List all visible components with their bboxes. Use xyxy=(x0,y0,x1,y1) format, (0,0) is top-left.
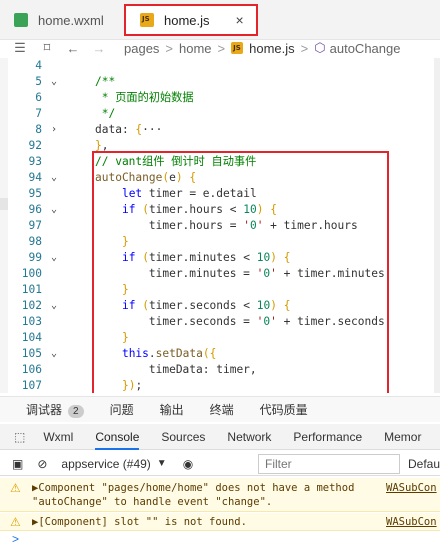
line-number: 8 xyxy=(35,123,42,136)
wxml-file-icon xyxy=(14,13,28,27)
fold-expanded-icon[interactable]: ⌄ xyxy=(48,74,60,90)
warning-icon: ⚠ xyxy=(10,481,21,495)
line-number: 94 xyxy=(28,171,42,184)
code-line[interactable]: 8 › data: {··· xyxy=(0,122,440,138)
breadcrumb-separator: > xyxy=(217,40,226,56)
method-icon: ⬡ xyxy=(314,40,326,55)
code-text: */ xyxy=(95,107,116,120)
back-arrow-icon[interactable]: ← xyxy=(66,41,80,56)
line-number: 96 xyxy=(28,203,42,216)
js-file-icon xyxy=(231,42,244,54)
line-number: 92 xyxy=(28,139,42,152)
console-warning-message: ⚠ ▶[Component] slot "" is not found. WAS… xyxy=(0,513,440,531)
line-number: 5 xyxy=(35,75,42,88)
fold-expanded-icon[interactable]: ⌄ xyxy=(48,170,60,186)
fold-expanded-icon[interactable]: ⌄ xyxy=(48,202,60,218)
line-number: 4 xyxy=(35,59,42,72)
clear-console-icon[interactable]: ⊘ xyxy=(37,457,47,471)
tab-home-wxml[interactable]: home.wxml xyxy=(14,6,104,34)
devtools-tabs: ⬚ Wxml Console Sources Network Performan… xyxy=(0,424,440,450)
inspect-icon[interactable]: ⬚ xyxy=(14,430,25,444)
line-number: 93 xyxy=(28,155,42,168)
chevron-down-icon[interactable]: ▼ xyxy=(157,458,167,469)
tab-problems[interactable]: 问题 xyxy=(110,401,134,418)
tab-label: home.js xyxy=(164,12,210,28)
code-text: * 页面的初始数据 xyxy=(95,91,194,104)
line-number: 6 xyxy=(35,91,42,104)
code-text: /** xyxy=(95,75,116,88)
tab-sources[interactable]: Sources xyxy=(161,430,205,444)
close-icon[interactable]: × xyxy=(236,12,244,28)
tab-home-js[interactable]: home.js × xyxy=(124,4,258,36)
breadcrumb-item[interactable]: pages xyxy=(124,41,159,56)
tab-network[interactable]: Network xyxy=(227,430,271,444)
highlight-box xyxy=(92,151,389,393)
warning-icon: ⚠ xyxy=(10,515,21,529)
line-number: 105 xyxy=(21,347,42,360)
bookmark-icon[interactable]: ⌑ xyxy=(40,40,54,56)
filter-input[interactable] xyxy=(258,454,400,474)
tab-label: 调试器 xyxy=(26,403,63,417)
line-number: 103 xyxy=(21,315,42,328)
list-icon[interactable]: ☰ xyxy=(12,40,28,56)
source-link[interactable]: WASubCon xyxy=(386,481,437,495)
fold-expanded-icon[interactable]: ⌄ xyxy=(48,346,60,362)
console-toolbar: ▣ ⊘ appservice (#49) ▼ ◉ Defau xyxy=(0,452,440,476)
editor-tab-bar: home.wxml home.js × xyxy=(0,0,440,40)
breadcrumb-item[interactable]: home.js xyxy=(249,41,295,56)
breadcrumb-item[interactable]: autoChange xyxy=(330,41,401,56)
tab-memory[interactable]: Memor xyxy=(384,430,421,444)
bottom-panel-tabs: 调试器 2 问题 输出 终端 代码质量 xyxy=(0,396,440,422)
code-text: data: {··· xyxy=(95,123,163,136)
sidebar-toggle-icon[interactable]: ▣ xyxy=(12,457,23,471)
breadcrumb: ☰ ⌑ ← → pages > home > home.js > ⬡ autoC… xyxy=(0,40,440,56)
line-number: 106 xyxy=(21,363,42,376)
line-number: 100 xyxy=(21,267,42,280)
editor-scrollbar[interactable] xyxy=(434,58,440,393)
line-number: 102 xyxy=(21,299,42,312)
console-warning-message: ⚠ ▶Component "pages/home/home" does not … xyxy=(0,478,440,512)
source-link[interactable]: WASubCon xyxy=(386,515,437,529)
code-editor[interactable]: 4 5 ⌄/** 6 * 页面的初始数据 7 */8 › data: {··· 92}, 93/… xyxy=(0,58,440,393)
tab-label: home.wxml xyxy=(38,12,104,28)
line-number: 101 xyxy=(21,283,42,296)
line-number: 104 xyxy=(21,331,42,344)
line-number: 107 xyxy=(21,379,42,392)
code-line[interactable]: 5 ⌄ /** xyxy=(0,74,440,90)
tab-terminal[interactable]: 终端 xyxy=(210,401,234,418)
line-number: 98 xyxy=(28,235,42,248)
tab-debugger[interactable]: 调试器 2 xyxy=(26,401,84,418)
forward-arrow-icon[interactable]: → xyxy=(92,41,106,56)
tab-performance[interactable]: Performance xyxy=(293,430,362,444)
line-number: 97 xyxy=(28,219,42,232)
breadcrumb-separator: > xyxy=(300,40,309,56)
tab-console[interactable]: Console xyxy=(95,430,140,450)
js-file-icon xyxy=(140,13,154,27)
breadcrumb-item[interactable]: home xyxy=(179,41,212,56)
code-line[interactable]: 4 xyxy=(0,58,440,74)
log-level-select[interactable]: Defau xyxy=(408,457,440,471)
tab-output[interactable]: 输出 xyxy=(160,401,184,418)
message-text[interactable]: ▶Component "pages/home/home" does not ha… xyxy=(32,481,354,509)
console-prompt[interactable]: > xyxy=(12,532,19,543)
line-number: 7 xyxy=(35,107,42,120)
tab-code-quality[interactable]: 代码质量 xyxy=(260,401,308,418)
count-badge: 2 xyxy=(68,405,84,418)
code-line[interactable]: 7 */ xyxy=(0,106,440,122)
fold-collapsed-icon[interactable]: › xyxy=(48,122,60,138)
message-text[interactable]: ▶[Component] slot "" is not found. xyxy=(32,515,247,529)
breadcrumb-separator: > xyxy=(165,40,174,56)
eye-icon[interactable]: ◉ xyxy=(183,457,193,471)
line-number: 99 xyxy=(28,251,42,264)
fold-expanded-icon[interactable]: ⌄ xyxy=(48,250,60,266)
fold-expanded-icon[interactable]: ⌄ xyxy=(48,298,60,314)
code-line[interactable]: 6 * 页面的初始数据 xyxy=(0,90,440,106)
line-number: 95 xyxy=(28,187,42,200)
context-select[interactable]: appservice (#49) xyxy=(61,457,150,471)
tab-wxml[interactable]: Wxml xyxy=(43,430,73,444)
